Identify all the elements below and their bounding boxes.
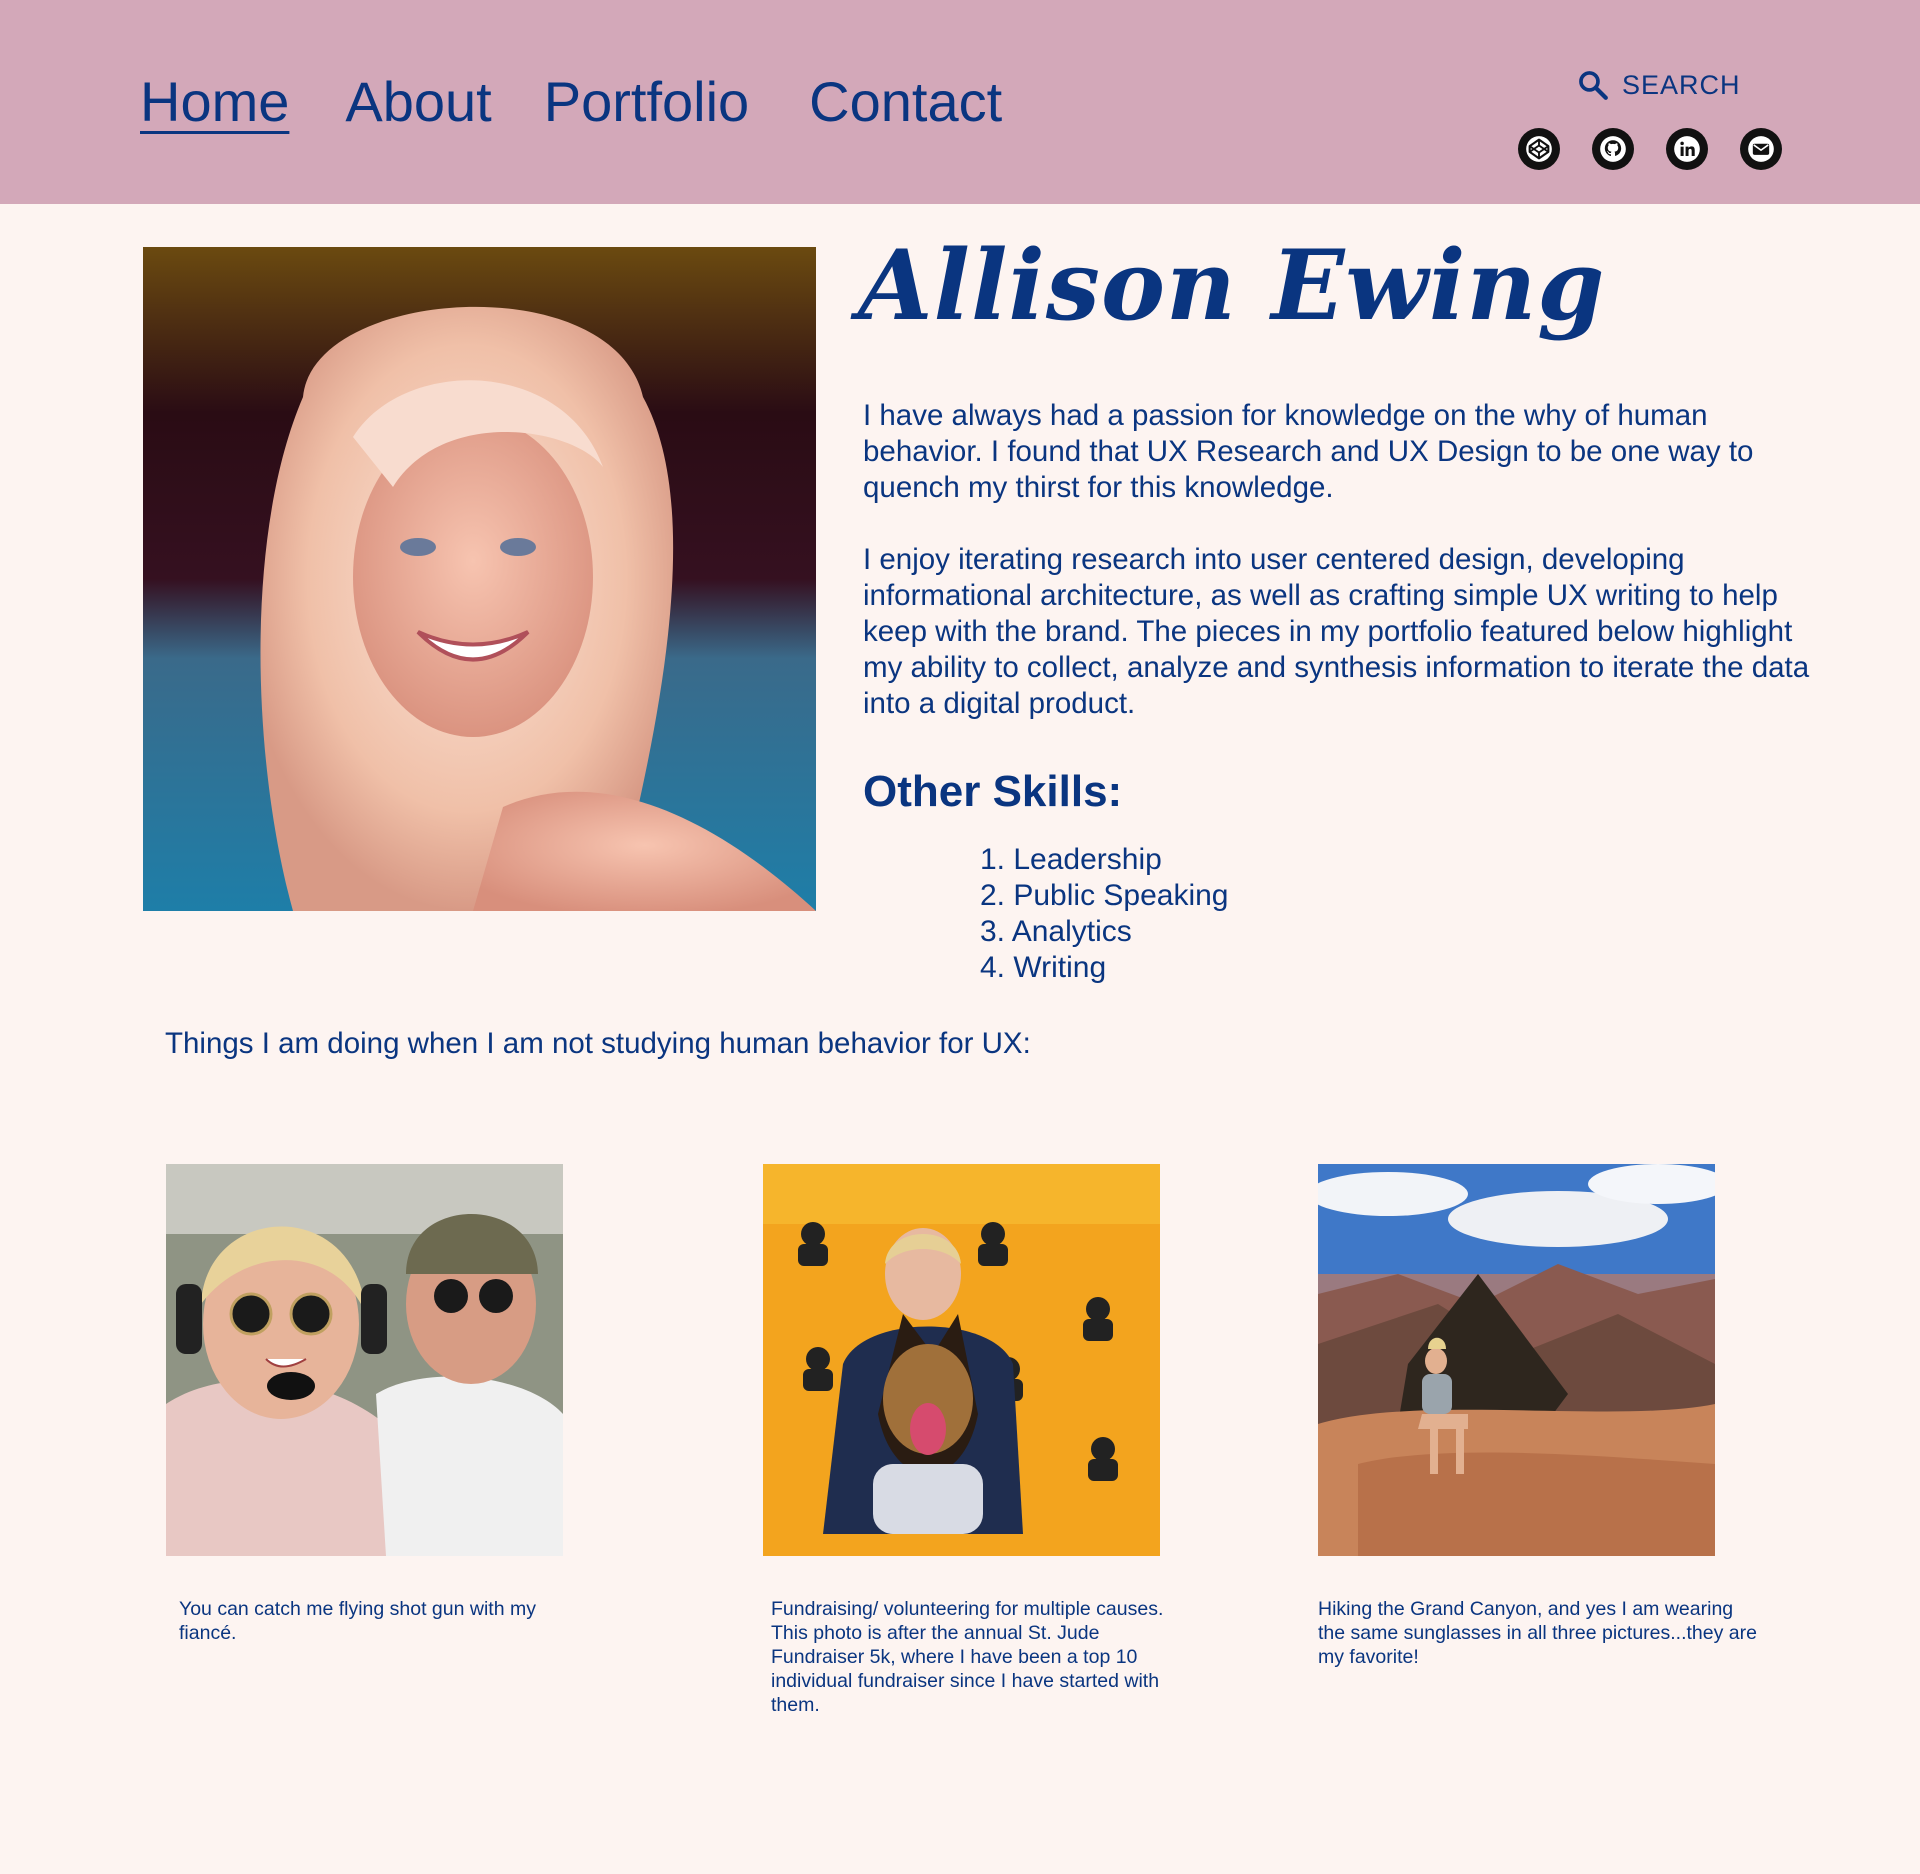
gallery-photo-fundraiser (763, 1164, 1160, 1556)
social-links (1518, 128, 1814, 170)
gallery-photo-flying (166, 1164, 563, 1556)
nav-contact-link[interactable]: Contact (809, 68, 1002, 136)
main-nav: Home About Portfolio Contact (140, 68, 1002, 136)
nav-about-link[interactable]: About (345, 68, 491, 136)
search-button[interactable]: SEARCH (1576, 68, 1741, 102)
email-icon[interactable] (1740, 128, 1782, 170)
skills-list: 1. Leadership 2. Public Speaking 3. Anal… (980, 842, 1229, 986)
nav-home-link[interactable]: Home (140, 68, 289, 136)
site-header: Home About Portfolio Contact SEARCH (0, 0, 1920, 204)
caption-fundraiser: Fundraising/ volunteering for multiple c… (771, 1598, 1164, 1716)
skill-item: 2. Public Speaking (980, 879, 1229, 912)
nav-portfolio-link[interactable]: Portfolio (544, 68, 749, 136)
caption-grand-canyon: Hiking the Grand Canyon, and yes I am we… (1318, 1598, 1757, 1668)
gallery-intro: Things I am doing when I am not studying… (165, 1027, 1031, 1060)
skill-item: 3. Analytics (980, 915, 1132, 948)
codepen-icon[interactable] (1518, 128, 1560, 170)
search-label: SEARCH (1622, 69, 1741, 100)
bio-paragraph-1: I have always had a passion for knowledg… (863, 399, 1754, 504)
skill-item: 1. Leadership (980, 843, 1162, 876)
search-icon (1576, 68, 1622, 102)
profile-name: Allison Ewing (858, 229, 1606, 342)
gallery-photo-grand-canyon (1318, 1164, 1715, 1556)
profile-photo (143, 247, 816, 911)
skill-item: 4. Writing (980, 951, 1107, 984)
linkedin-icon[interactable] (1666, 128, 1708, 170)
caption-flying: You can catch me flying shot gun with my… (179, 1598, 536, 1644)
github-icon[interactable] (1592, 128, 1634, 170)
bio-paragraph-2: I enjoy iterating research into user cen… (863, 543, 1810, 720)
skills-heading: Other Skills: (863, 767, 1123, 816)
